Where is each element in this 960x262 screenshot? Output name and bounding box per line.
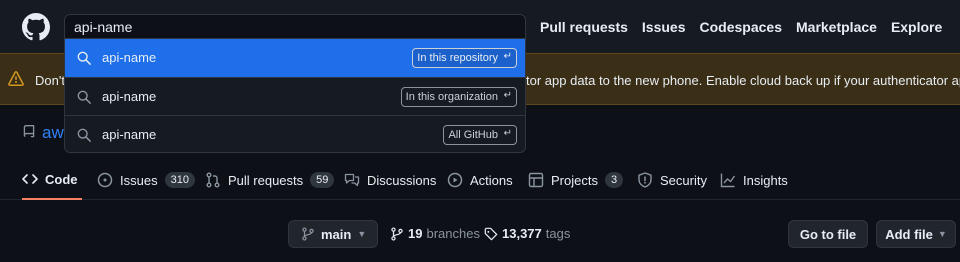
tab-label: Projects: [551, 172, 598, 188]
tab-insights[interactable]: Insights: [720, 160, 788, 200]
nav-marketplace[interactable]: Marketplace: [796, 19, 877, 35]
scope-badge: All GitHub: [443, 125, 517, 145]
scope-badge: In this repository: [412, 48, 517, 68]
play-icon: [447, 172, 463, 188]
search-icon: [77, 128, 91, 142]
tags-link[interactable]: 13,377 tags: [484, 226, 570, 241]
global-nav: Pull requests Issues Codespaces Marketpl…: [540, 19, 942, 35]
search-input[interactable]: api-name: [64, 14, 526, 40]
repo-name-link[interactable]: aw: [42, 123, 64, 143]
search-icon: [77, 90, 91, 104]
tab-label: Discussions: [367, 172, 437, 188]
chevron-down-icon: ▼: [357, 229, 367, 239]
suggestion-text: api-name: [102, 50, 157, 65]
issues-count-badge: 310: [164, 172, 195, 188]
banner-text-right: tor app data to the new phone. Enable cl…: [526, 73, 960, 88]
repo-tabs: Code Issues 310 Pull requests 59 Discuss…: [0, 160, 960, 200]
suggestion-text: api-name: [102, 89, 157, 104]
branches-link[interactable]: 19 branches: [390, 226, 480, 241]
projects-count-badge: 3: [604, 172, 624, 188]
pull-requests-count-badge: 59: [310, 172, 335, 188]
code-icon: [22, 174, 38, 184]
tab-projects[interactable]: Projects 3: [528, 160, 624, 200]
nav-issues[interactable]: Issues: [642, 19, 686, 35]
tab-code[interactable]: Code: [22, 160, 82, 200]
issue-opened-icon: [97, 172, 113, 188]
search-suggestions-dropdown: api-name In this repository api-name In …: [64, 38, 526, 153]
tags-count: 13,377: [502, 226, 542, 241]
github-logo-icon[interactable]: [22, 13, 50, 41]
git-branch-icon: [391, 226, 403, 241]
tags-label: tags: [545, 226, 571, 241]
branch-name: main: [321, 226, 352, 242]
suggestion-in-repository[interactable]: api-name In this repository: [65, 39, 525, 77]
tab-label: Insights: [743, 172, 788, 188]
graph-icon: [720, 173, 736, 188]
nav-explore[interactable]: Explore: [891, 19, 942, 35]
tab-actions[interactable]: Actions: [447, 160, 513, 200]
shield-icon: [638, 172, 652, 188]
nav-pull-requests[interactable]: Pull requests: [540, 19, 628, 35]
branches-count: 19: [408, 226, 423, 241]
tab-issues[interactable]: Issues 310: [97, 160, 195, 200]
add-file-button[interactable]: Add file ▼: [876, 220, 956, 248]
comment-discussion-icon: [344, 173, 360, 187]
tab-label: Pull requests: [228, 172, 304, 188]
banner-text-left: Don't: [35, 73, 65, 88]
tab-security[interactable]: Security: [637, 160, 707, 200]
tab-label: Issues: [120, 172, 158, 188]
branches-label: branches: [426, 226, 480, 241]
table-icon: [528, 172, 544, 188]
suggestion-all-github[interactable]: api-name All GitHub: [65, 115, 525, 152]
tab-label: Security: [660, 172, 707, 188]
tag-icon: [484, 227, 498, 240]
alert-icon: [8, 71, 24, 86]
repo-icon: [23, 125, 35, 138]
git-branch-icon: [302, 227, 314, 241]
chevron-down-icon: ▼: [937, 229, 947, 239]
nav-codespaces[interactable]: Codespaces: [700, 19, 782, 35]
git-pull-request-icon: [206, 172, 220, 188]
branch-select-button[interactable]: main ▼: [288, 220, 378, 248]
tab-pull-requests[interactable]: Pull requests 59: [205, 160, 335, 200]
add-file-label: Add file: [885, 226, 933, 242]
tab-label: Actions: [470, 172, 513, 188]
tab-discussions[interactable]: Discussions: [344, 160, 436, 200]
suggestion-in-organization[interactable]: api-name In this organization: [65, 77, 525, 115]
suggestion-text: api-name: [102, 127, 157, 142]
search-icon: [77, 51, 91, 65]
scope-badge: In this organization: [400, 87, 517, 107]
go-to-file-button[interactable]: Go to file: [788, 220, 868, 248]
tab-label: Code: [45, 171, 78, 187]
